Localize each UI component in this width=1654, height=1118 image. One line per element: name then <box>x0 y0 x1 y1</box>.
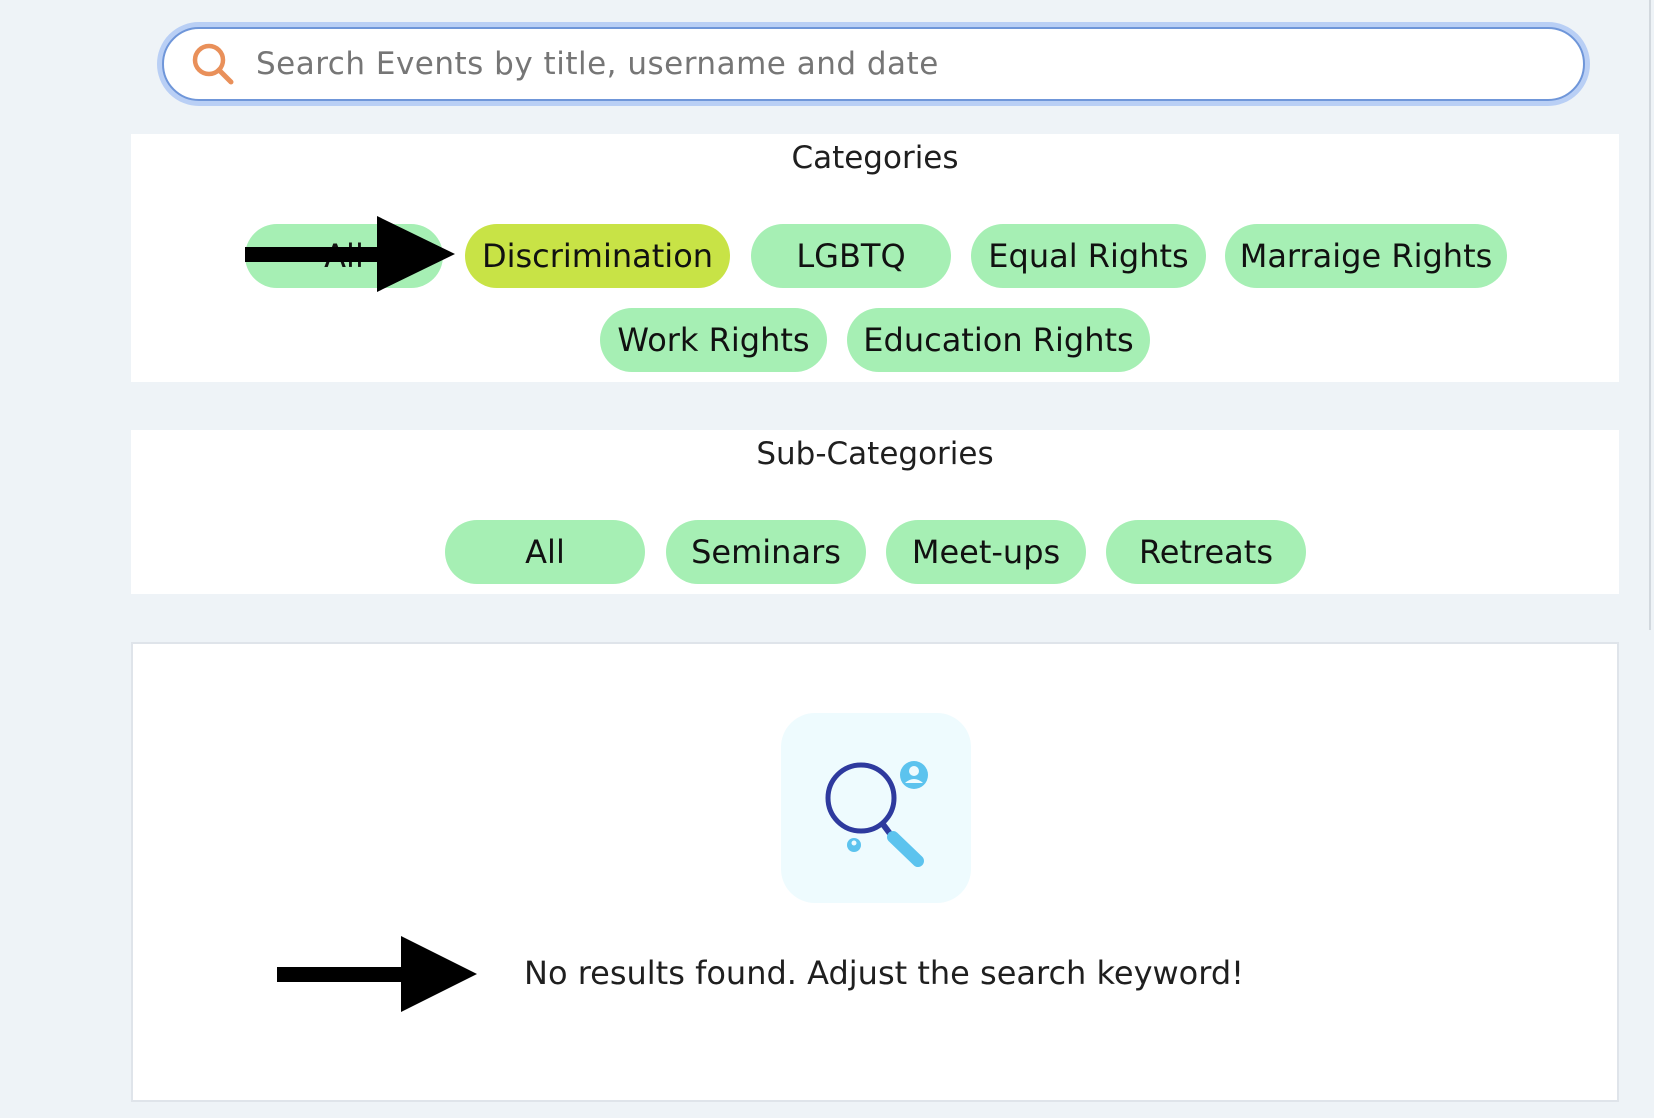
categories-title: Categories <box>791 140 959 176</box>
category-chip-label: LGBTQ <box>796 237 906 275</box>
magnifier-people-icon <box>825 761 928 867</box>
arrow-right-icon <box>245 216 455 292</box>
results-panel: No results found. Adjust the search keyw… <box>131 642 1619 1102</box>
search-icon <box>192 43 234 85</box>
category-chip-education-rights[interactable]: Education Rights <box>847 308 1150 372</box>
subcategory-chip-all[interactable]: All <box>445 520 645 584</box>
category-chip-label: Marraige Rights <box>1239 237 1493 275</box>
search-input[interactable] <box>256 46 1583 82</box>
category-chip-discrimination[interactable]: Discrimination <box>465 224 730 288</box>
subcategory-chip-label: Retreats <box>1139 533 1273 571</box>
category-chip-work-rights[interactable]: Work Rights <box>600 308 827 372</box>
empty-state-illustration <box>781 713 971 903</box>
subcategory-chip-label: All <box>525 533 565 571</box>
empty-results-message: No results found. Adjust the search keyw… <box>524 954 1244 992</box>
subcategory-chip-label: Seminars <box>691 533 841 571</box>
subcategories-panel: Sub-Categories All Seminars Meet-ups Ret… <box>131 430 1619 594</box>
subcategory-chip-seminars[interactable]: Seminars <box>666 520 866 584</box>
subcategory-chip-retreats[interactable]: Retreats <box>1106 520 1306 584</box>
search-field-container[interactable] <box>162 27 1585 101</box>
category-chip-label: Work Rights <box>617 321 810 359</box>
category-chip-label: Equal Rights <box>988 237 1189 275</box>
category-chip-equal-rights[interactable]: Equal Rights <box>971 224 1206 288</box>
subcategory-chip-label: Meet-ups <box>911 533 1061 571</box>
subcategories-title: Sub-Categories <box>756 436 994 472</box>
categories-panel: Categories All Discrimination LGBTQ Equa… <box>131 134 1619 382</box>
search-bar <box>157 22 1590 106</box>
category-chip-lgbtq[interactable]: LGBTQ <box>751 224 951 288</box>
category-chip-label: Discrimination <box>481 237 714 275</box>
arrow-right-icon <box>277 936 477 1012</box>
category-chip-label: Education Rights <box>863 321 1134 359</box>
subcategory-chip-meet-ups[interactable]: Meet-ups <box>886 520 1086 584</box>
scrollbar[interactable] <box>1649 0 1654 630</box>
category-chip-marraige-rights[interactable]: Marraige Rights <box>1225 224 1507 288</box>
